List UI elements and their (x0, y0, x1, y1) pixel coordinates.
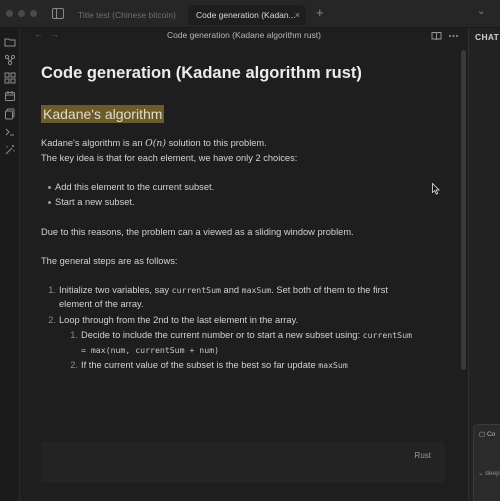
section-heading: Kadane's algorithm (41, 105, 165, 123)
list-item-continued: element of the array. (59, 299, 144, 309)
close-icon[interactable]: × (295, 5, 300, 25)
view-title[interactable]: Code generation (Kadane algorithm rust) (20, 30, 468, 40)
list-number: 2. (70, 360, 78, 370)
list-number: 1. (48, 285, 56, 295)
step-text: . Set both of them to the first (271, 285, 389, 295)
scrollbar[interactable] (461, 50, 466, 370)
sidebar-toggle-icon[interactable] (52, 8, 64, 19)
tab-code-generation[interactable]: Code generation (Kadan... × (188, 5, 306, 25)
page-title: Code generation (Kadane algorithm rust) (41, 64, 362, 82)
list-item-continued: = max(num, currentSum + num) (81, 345, 219, 355)
tab-label: Title test (Chinese bitcoin) (78, 10, 176, 20)
bullet-dot (48, 201, 51, 204)
window-minimize-button[interactable] (18, 10, 25, 17)
list-item: Start a new subset. (55, 197, 135, 207)
chat-chip-label: Co (486, 431, 496, 438)
graph-icon[interactable] (4, 54, 16, 66)
chat-input-card[interactable]: ▢ Co ⌄ deep (473, 424, 500, 501)
grid-icon[interactable] (4, 72, 16, 84)
window-zoom-button[interactable] (30, 10, 37, 17)
chat-title: CHAT (475, 32, 500, 42)
tab-label: Code generation (Kadan... (196, 10, 296, 20)
list-number: 2. (48, 315, 56, 325)
copy-icon[interactable] (4, 108, 16, 120)
step-text: If the current value of the subset is th… (81, 360, 319, 370)
step-text: Initialize two variables, say (59, 285, 172, 295)
intro-paragraph: Kadane's algorithm is an O(n) solution t… (41, 138, 267, 149)
code-block[interactable]: Rust (41, 441, 445, 483)
step-text: and (220, 285, 242, 295)
more-icon[interactable] (448, 31, 459, 41)
list-item: Loop through from the 2nd to the last el… (59, 315, 299, 325)
inline-code: currentSum (362, 330, 412, 340)
inline-code: maxSum (318, 360, 348, 370)
list-item: Decide to include the current number or … (81, 330, 412, 340)
chat-context-chip[interactable]: ▢ Co (479, 430, 495, 438)
document: Code generation (Kadane algorithm rust) … (20, 44, 468, 501)
intro-line-2: The key idea is that for each element, w… (41, 153, 298, 163)
bullet-dot (48, 186, 51, 189)
terminal-icon[interactable] (4, 126, 16, 138)
left-ribbon (0, 28, 20, 501)
intro-math: O(n) (145, 138, 166, 149)
mouse-cursor-icon (432, 183, 440, 195)
list-item: Initialize two variables, say currentSum… (59, 285, 388, 295)
tab-bar: Title test (Chinese bitcoin) Code genera… (0, 0, 500, 28)
intro-suffix: solution to this problem. (165, 138, 267, 148)
window-close-button[interactable] (6, 10, 13, 17)
book-icon[interactable] (431, 31, 442, 41)
model-label: deep (485, 470, 500, 477)
chat-panel: CHAT ▢ Co ⌄ deep (468, 28, 500, 501)
tab-title-test[interactable]: Title test (Chinese bitcoin) (70, 5, 185, 25)
list-item: If the current value of the subset is th… (81, 360, 348, 370)
step-text: Decide to include the current number or … (81, 330, 363, 340)
calendar-icon[interactable] (4, 90, 16, 102)
view-header: ← → Code generation (Kadane algorithm ru… (20, 28, 468, 44)
code-language-label: Rust (414, 451, 431, 460)
list-number: 1. (70, 330, 78, 340)
magic-icon[interactable] (4, 144, 16, 156)
inline-code: = max(num, currentSum + num) (81, 345, 220, 355)
chevron-down-icon[interactable]: ⌄ (477, 6, 485, 17)
new-tab-button[interactable]: + (316, 5, 324, 21)
inline-code: currentSum (171, 285, 221, 295)
folder-icon[interactable] (4, 36, 16, 48)
steps-paragraph: The general steps are as follows: (41, 256, 178, 266)
window-paragraph: Due to this reasons, the problem can a v… (41, 227, 354, 237)
intro-prefix: Kadane's algorithm is an (41, 138, 146, 148)
model-selector[interactable]: ⌄ deep (478, 469, 500, 477)
inline-code: maxSum (241, 285, 272, 295)
list-item: Add this element to the current subset. (55, 182, 215, 192)
